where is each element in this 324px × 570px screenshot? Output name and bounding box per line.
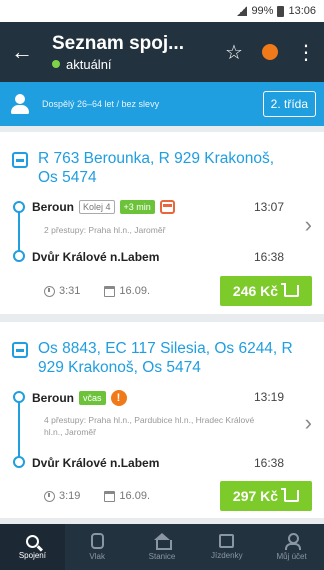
nav-tab-muj-ucet[interactable]: Můj účet: [259, 524, 324, 570]
transfers-info: 2 přestupy: Praha hl.n., Jaroměř: [44, 225, 166, 235]
arrival-time: 16:38: [253, 250, 284, 264]
passenger-filter-bar[interactable]: Dospělý 26–64 let / bez slevy 2. třída: [0, 82, 324, 126]
back-button[interactable]: ←: [0, 22, 44, 82]
route-line: [18, 397, 20, 463]
departure-time: 13:19: [253, 390, 284, 404]
user-icon: [284, 533, 301, 550]
buy-ticket-button[interactable]: 297 Kč: [220, 481, 312, 511]
destination-station-name: Dvůr Králové n.Labem: [32, 456, 160, 470]
origin-marker-icon: [13, 201, 25, 213]
destination-station: Dvůr Králové n.Labem: [32, 456, 159, 470]
trip-meta: 3:19 16.09.: [44, 490, 150, 502]
nav-label: Jízdenky: [211, 551, 243, 560]
destination-marker-icon: [13, 250, 25, 262]
nav-label: Vlak: [89, 552, 105, 561]
bus-icon: [159, 200, 175, 214]
cart-icon: [281, 283, 300, 297]
star-icon: ☆: [225, 41, 243, 64]
price: 297 Kč: [232, 488, 279, 504]
alert-icon[interactable]: !: [110, 390, 127, 406]
duration: 3:31: [59, 285, 81, 297]
origin-marker-icon: [13, 391, 25, 403]
travel-class-button[interactable]: 2. třída: [262, 91, 316, 117]
search-icon: [25, 534, 39, 548]
status-dot-icon: [52, 60, 60, 68]
notification-icon: [262, 44, 278, 60]
travel-date: 16.09.: [119, 285, 151, 297]
status-line: aktuální: [52, 57, 216, 72]
buy-ticket-button[interactable]: 246 Kč: [220, 276, 312, 306]
departure-time: 13:07: [253, 200, 284, 214]
arrival-time: 16:38: [253, 456, 284, 470]
origin-station-name: Beroun: [32, 200, 74, 214]
more-vertical-icon: ⋮: [296, 41, 316, 64]
arrow-left-icon: ←: [11, 39, 33, 64]
calendar-icon: [104, 285, 116, 297]
nav-label: Stanice: [148, 552, 176, 561]
battery-icon: [277, 5, 285, 17]
train-icon: [12, 152, 28, 168]
transfers-info: 4 přestupy: Praha hl.n., Pardubice hl.n.…: [44, 415, 255, 437]
origin-station-name: Beroun: [32, 391, 74, 405]
nav-label: Spojení: [18, 550, 46, 560]
price: 246 Kč: [232, 283, 279, 299]
nav-tab-spojeni[interactable]: Spojení: [0, 524, 65, 570]
person-icon: [8, 93, 32, 115]
nav-tab-jizdenky[interactable]: Jízdenky: [194, 524, 259, 570]
train-icon: [90, 533, 104, 549]
nav-label: Můj účet: [276, 552, 307, 561]
notification-button[interactable]: [252, 22, 288, 82]
more-menu-button[interactable]: ⋮: [288, 22, 324, 82]
calendar-icon: [104, 490, 116, 502]
status-bar: 99% 13:06: [0, 0, 324, 22]
connection-name: Os 8843, EC 117 Silesia, Os 6244, R 929 …: [38, 340, 293, 376]
trip-meta: 3:31 16.09.: [44, 285, 150, 297]
status-text: aktuální: [66, 56, 112, 72]
cart-icon: [281, 488, 300, 502]
clock-time: 13:06: [288, 5, 316, 17]
destination-marker-icon: [13, 456, 25, 468]
connection-card[interactable]: Os 8843, EC 117 Silesia, Os 6244, R 929 …: [0, 322, 324, 518]
page-title: Seznam spoj...: [52, 32, 184, 54]
bottom-navigation: Spojení Vlak Stanice Jízdenky Můj účet: [0, 524, 324, 570]
clock-icon: [44, 490, 55, 502]
ticket-icon: [219, 534, 235, 548]
chevron-right-icon[interactable]: ›: [305, 212, 312, 238]
chevron-right-icon[interactable]: ›: [305, 410, 312, 436]
connection-name: R 763 Berounka, R 929 Krakonoš, Os 5474: [38, 150, 275, 186]
nav-tab-stanice[interactable]: Stanice: [130, 524, 195, 570]
header-titles: Seznam spoj... aktuální: [44, 33, 216, 72]
nav-tab-vlak[interactable]: Vlak: [65, 524, 130, 570]
duration: 3:19: [59, 490, 81, 502]
connection-card[interactable]: R 763 Berounka, R 929 Krakonoš, Os 5474 …: [0, 132, 324, 314]
passenger-type: Dospělý 26–64 let / bez slevy: [42, 99, 160, 109]
origin-station: Beroun včas !: [32, 390, 127, 406]
travel-date: 16.09.: [119, 490, 151, 502]
destination-station-name: Dvůr Králové n.Labem: [32, 250, 160, 264]
destination-station: Dvůr Králové n.Labem: [32, 250, 159, 264]
track-badge: Kolej 4: [79, 200, 115, 214]
signal-icon: [237, 6, 248, 16]
delay-badge: +3 min: [119, 200, 155, 214]
battery-level: 99%: [251, 5, 274, 17]
clock-icon: [44, 285, 55, 297]
app-bar: ← Seznam spoj... aktuální ☆ ⋮: [0, 22, 324, 82]
origin-station: Beroun Kolej 4 +3 min: [32, 200, 175, 214]
on-time-badge: včas: [79, 391, 106, 405]
train-icon: [12, 342, 28, 358]
favorite-button[interactable]: ☆: [216, 22, 252, 82]
home-icon: [153, 533, 172, 550]
